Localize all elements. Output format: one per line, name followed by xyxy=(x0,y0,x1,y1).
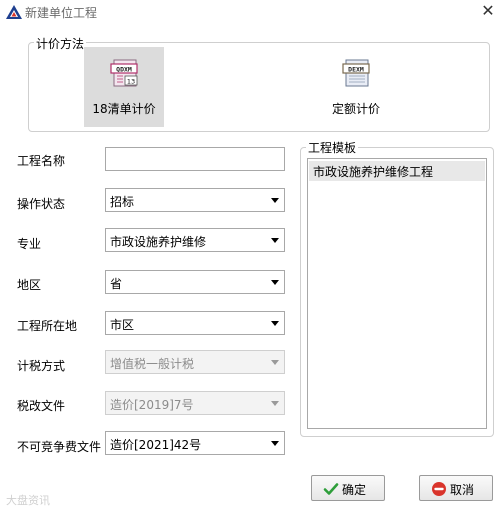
close-icon: ✕ xyxy=(481,1,495,20)
checkmark-icon xyxy=(323,483,339,495)
tax-method-label: 计税方式 xyxy=(17,359,66,373)
specialty-select[interactable]: 市政设施养护维修 xyxy=(105,228,285,252)
dropdown-arrow-icon xyxy=(271,280,279,285)
dropdown-arrow-icon xyxy=(271,360,279,365)
location-label: 工程所在地 xyxy=(17,319,78,333)
window-title: 新建单位工程 xyxy=(25,6,98,20)
dropdown-arrow-icon xyxy=(271,401,279,406)
region-label: 地区 xyxy=(17,278,42,292)
dexm-document-icon: DEXM xyxy=(342,59,370,87)
tax-method-select: 增值税一般计税 xyxy=(105,350,285,374)
qdxm-icon-text: QDXM xyxy=(116,66,132,74)
dropdown-arrow-icon xyxy=(271,238,279,243)
specialty-label: 专业 xyxy=(17,237,42,251)
pricing-method-legend: 计价方法 xyxy=(34,35,87,52)
pricing-option-quota[interactable]: DEXM 定额计价 xyxy=(316,47,396,127)
operation-status-label: 操作状态 xyxy=(17,197,66,211)
pricing-option-18-list[interactable]: QDXM 13 18清单计价 xyxy=(84,47,164,127)
location-value: 市区 xyxy=(110,318,135,332)
pricing-option-quota-label: 定额计价 xyxy=(331,102,380,116)
specialty-value: 市政设施养护维修 xyxy=(110,235,207,249)
region-select[interactable]: 省 xyxy=(105,270,285,294)
ok-button[interactable]: 确定 xyxy=(311,475,385,501)
noncompetitive-doc-value: 造价[2021]42号 xyxy=(110,438,202,452)
pricing-option-18-label: 18清单计价 xyxy=(92,102,156,116)
tax-method-value: 增值税一般计税 xyxy=(110,357,195,371)
noncompetitive-doc-select[interactable]: 造价[2021]42号 xyxy=(105,431,285,455)
qdxm-icon-sub: 13 xyxy=(127,78,135,86)
app-logo-icon xyxy=(6,5,22,19)
close-button[interactable]: ✕ xyxy=(478,0,498,22)
cancel-icon xyxy=(432,482,446,496)
ok-button-label: 确定 xyxy=(342,483,367,497)
watermark-text: 大盘资讯 xyxy=(6,494,50,507)
project-name-label: 工程名称 xyxy=(17,154,66,168)
cancel-button[interactable]: 取消 xyxy=(419,475,493,501)
location-select[interactable]: 市区 xyxy=(105,311,285,335)
dropdown-arrow-icon xyxy=(271,441,279,446)
tax-reform-doc-label: 税改文件 xyxy=(17,399,66,413)
tax-reform-doc-value: 造价[2019]7号 xyxy=(110,398,194,412)
tax-reform-doc-select: 造价[2019]7号 xyxy=(105,391,285,415)
dexm-icon-text: DEXM xyxy=(348,66,364,74)
operation-status-select[interactable]: 招标 xyxy=(105,188,285,212)
cancel-button-label: 取消 xyxy=(450,483,475,497)
title-bar: 新建单位工程 ✕ xyxy=(0,0,504,24)
dropdown-arrow-icon xyxy=(271,198,279,203)
dropdown-arrow-icon xyxy=(271,321,279,326)
operation-status-value: 招标 xyxy=(110,195,135,209)
qdxm-document-icon: QDXM 13 xyxy=(110,59,138,87)
project-name-input[interactable] xyxy=(105,147,285,171)
template-legend: 工程模板 xyxy=(306,139,359,156)
noncompetitive-doc-label: 不可竞争费文件 xyxy=(17,440,102,454)
template-list[interactable]: 市政设施养护维修工程 xyxy=(307,158,487,429)
region-value: 省 xyxy=(110,277,123,291)
template-list-item[interactable]: 市政设施养护维修工程 xyxy=(309,161,485,181)
